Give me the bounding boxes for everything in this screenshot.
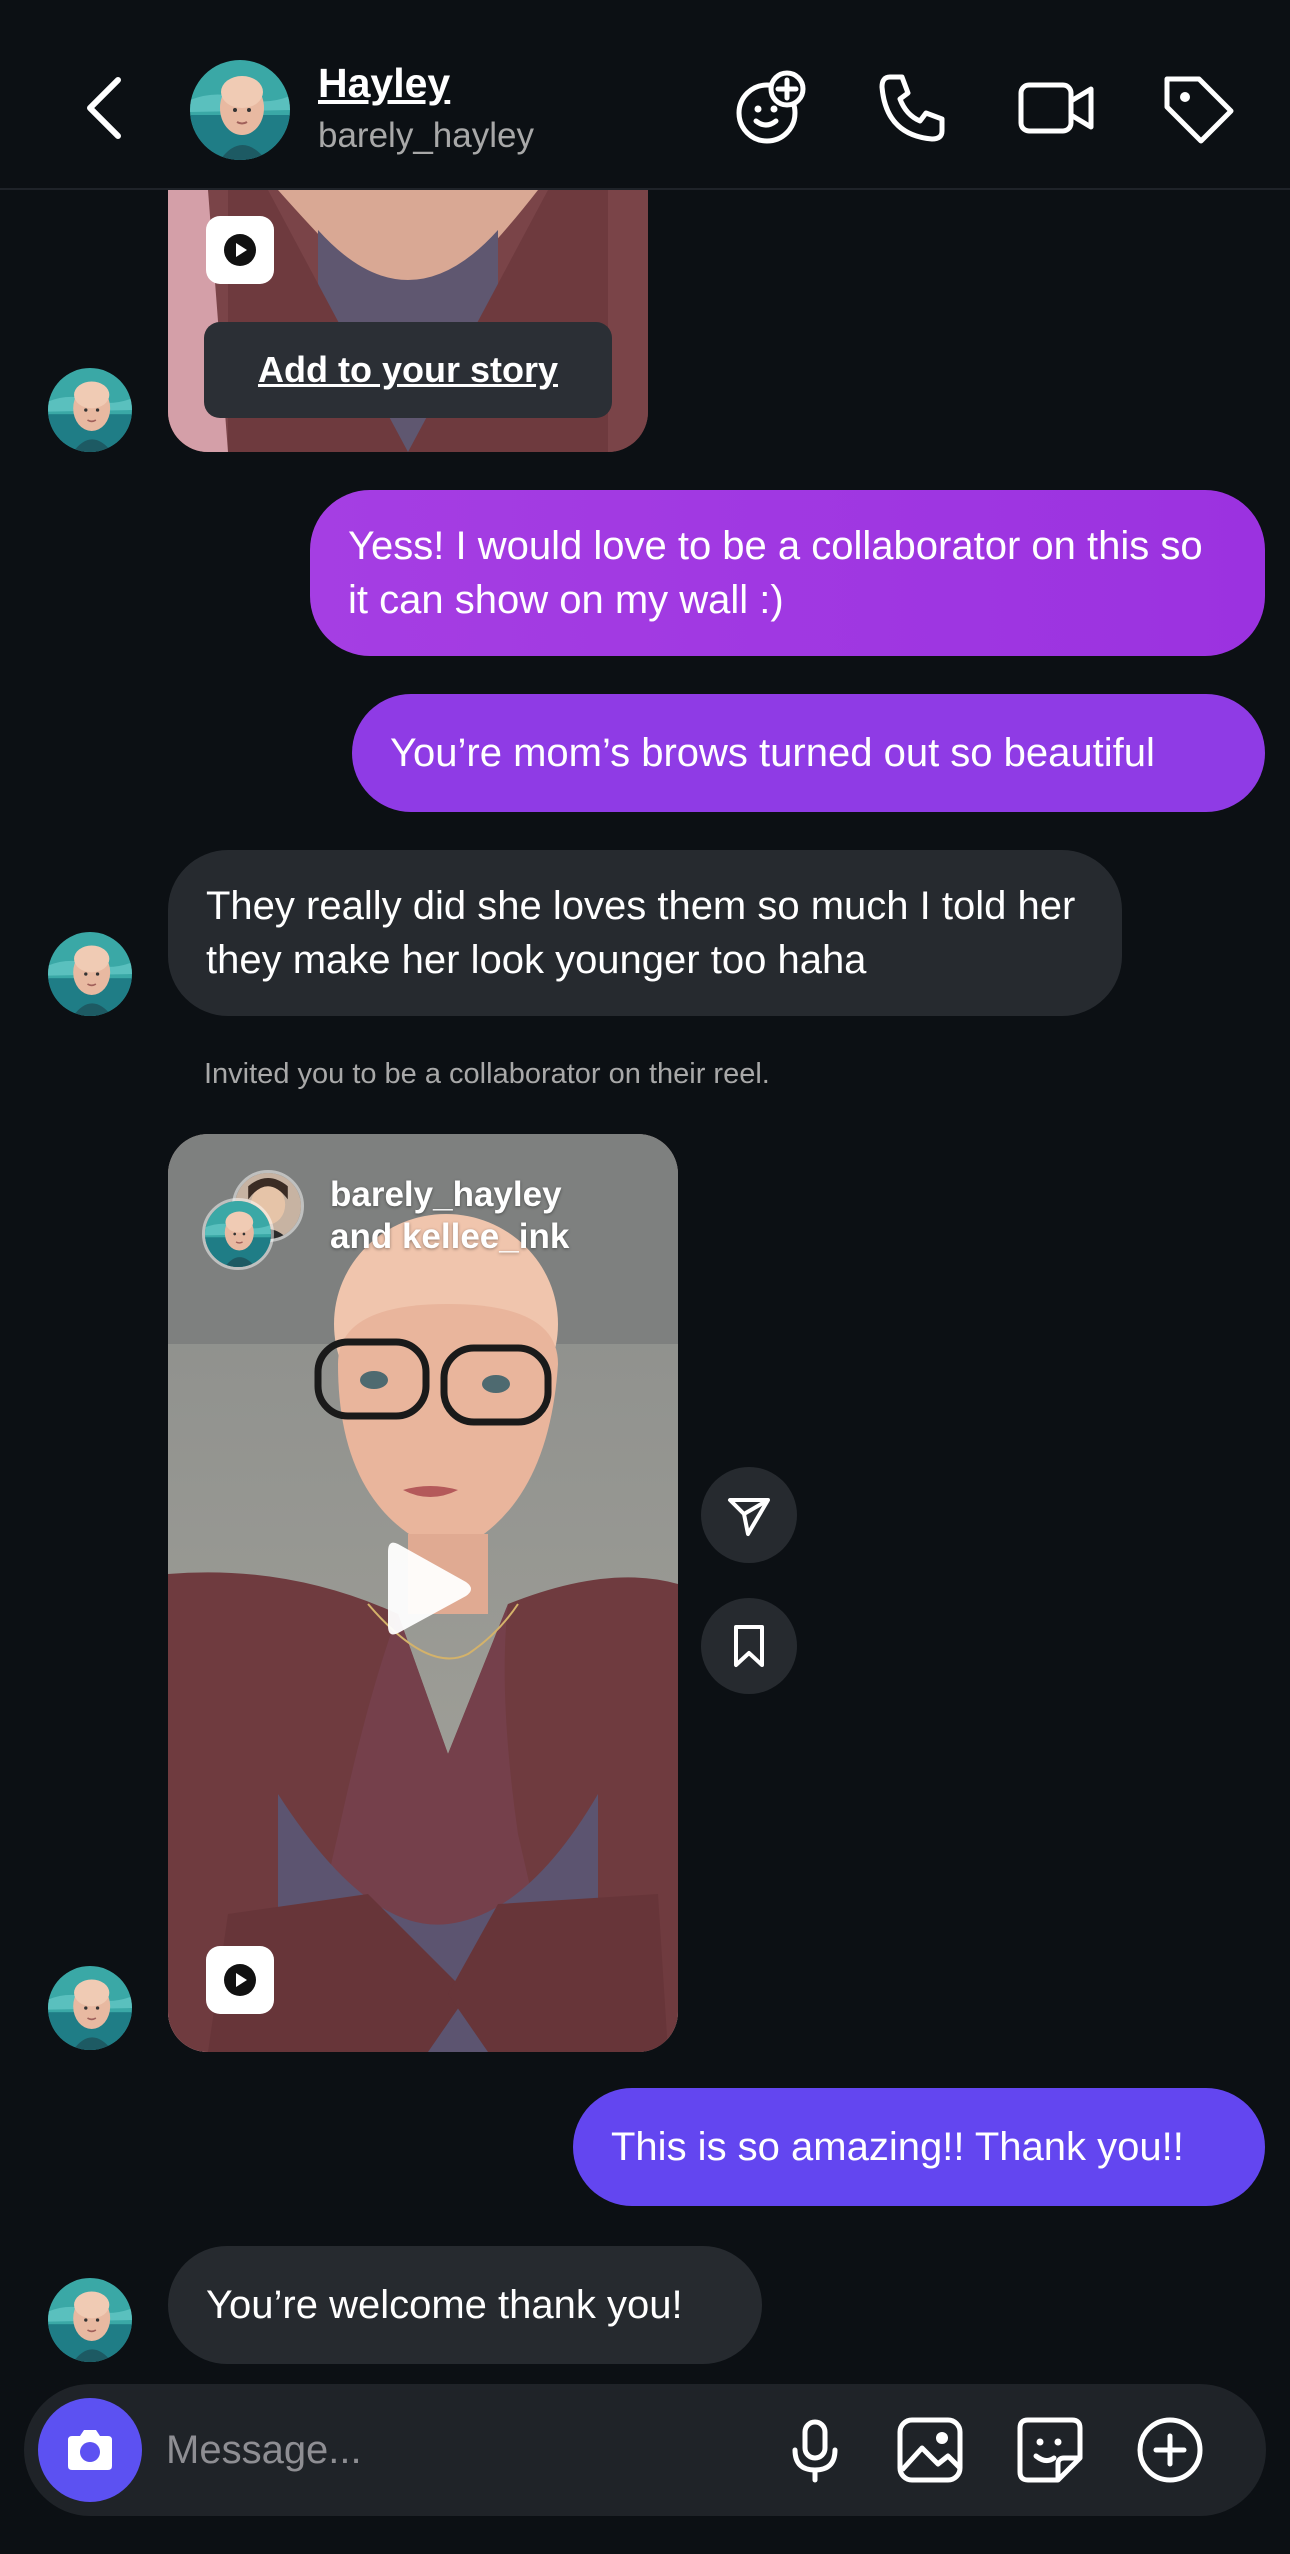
message-outgoing[interactable]: Yess! I would love to be a collaborator … <box>310 490 1265 656</box>
phone-icon[interactable] <box>868 65 954 151</box>
avatar[interactable] <box>48 1966 132 2050</box>
plus-icon[interactable] <box>1134 2414 1206 2486</box>
collab-invite-note: Invited you to be a collaborator on thei… <box>204 1058 770 1090</box>
message-input[interactable] <box>166 2418 766 2482</box>
bookmark-icon[interactable] <box>701 1598 797 1694</box>
add-emoji-icon[interactable] <box>727 65 813 151</box>
avatar[interactable] <box>48 932 132 1016</box>
header-avatar[interactable] <box>190 60 290 160</box>
contact-username: barely_hayley <box>318 116 534 155</box>
tag-icon[interactable] <box>1155 65 1241 151</box>
microphone-icon[interactable] <box>779 2414 851 2486</box>
reel-play-icon[interactable] <box>206 1946 274 2014</box>
reel-authors: barely_hayley and kellee_ink <box>330 1174 569 1258</box>
shared-reel[interactable]: barely_hayley and kellee_ink <box>168 1134 678 2052</box>
camera-icon[interactable] <box>38 2398 142 2502</box>
message-composer <box>24 2384 1266 2516</box>
reel-play-icon[interactable] <box>206 216 274 284</box>
back-chevron-icon[interactable] <box>78 70 138 146</box>
sticker-icon[interactable] <box>1014 2414 1086 2486</box>
avatar[interactable] <box>48 2278 132 2362</box>
reel-author[interactable]: barely_hayley <box>330 1174 569 1216</box>
contact-name[interactable]: Hayley <box>318 60 450 107</box>
add-to-story-button[interactable]: Add to your story <box>204 322 612 418</box>
message-incoming[interactable]: You’re welcome thank you! <box>168 2246 762 2364</box>
chat-header: Hayley barely_hayley <box>0 0 1290 190</box>
gallery-icon[interactable] <box>894 2414 966 2486</box>
avatar[interactable] <box>48 368 132 452</box>
reel-collaborator-avatars <box>202 1170 312 1270</box>
reel-author[interactable]: and kellee_ink <box>330 1216 569 1258</box>
message-outgoing[interactable]: You’re mom’s brows turned out so beautif… <box>352 694 1265 812</box>
share-icon[interactable] <box>701 1467 797 1563</box>
message-incoming[interactable]: They really did she loves them so much I… <box>168 850 1122 1016</box>
play-icon[interactable] <box>378 1534 478 1644</box>
shared-reel-top[interactable]: Add to your story <box>168 190 648 452</box>
message-outgoing[interactable]: This is so amazing!! Thank you!! <box>573 2088 1265 2206</box>
video-icon[interactable] <box>1013 65 1099 151</box>
